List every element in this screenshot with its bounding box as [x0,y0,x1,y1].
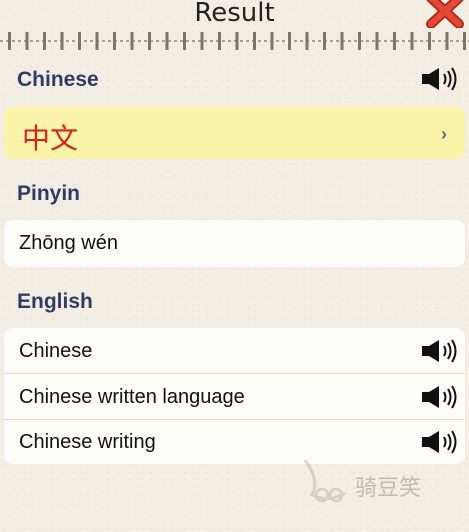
chinese-result-row[interactable]: 中文 › [4,107,465,159]
binding-ring [218,32,221,50]
watermark-text: 骑豆笑 [355,476,422,501]
english-list: Chinese Chinese written language Chinese… [4,328,465,464]
binding-ring [25,32,29,50]
english-item-text: Chinese written language [19,386,245,408]
binding-ring [428,32,431,50]
pinyin-row: Zhōng wén [4,220,465,267]
binding-ring [165,32,169,50]
binding-ring [463,32,466,50]
speaker-icon[interactable] [419,338,461,364]
notebook-binding [0,32,469,50]
binding-ring [235,32,239,50]
binding-ring [95,32,99,50]
list-item[interactable]: Chinese [4,328,465,373]
binding-ring [410,32,414,50]
binding-ring [183,32,186,50]
binding-ring [375,32,379,50]
chinese-characters: 中文 [22,122,79,155]
close-icon[interactable] [425,0,465,28]
binding-ring [113,32,116,50]
speaker-icon[interactable] [419,66,461,92]
speaker-icon[interactable] [419,429,461,455]
binding-ring [393,32,396,50]
binding-ring [130,32,134,50]
binding-ring [60,32,64,50]
binding-ring [445,32,449,50]
binding-ring [200,32,204,50]
english-item-text: Chinese writing [19,431,156,453]
dialog-title: Result [194,0,275,28]
section-label-english: English [17,290,93,313]
binding-ring [253,32,256,50]
binding-ring [288,32,291,50]
binding-ring [8,32,11,50]
binding-ring [78,32,81,50]
chevron-right-icon: › [441,124,447,144]
section-label-chinese: Chinese [17,68,99,91]
binding-ring [305,32,309,50]
english-item-text: Chinese [19,340,93,362]
binding-ring [270,32,274,50]
binding-ring [148,32,151,50]
binding-ring [358,32,361,50]
binding-ring [43,32,46,50]
binding-ring [340,32,344,50]
pinyin-text: Zhōng wén [19,232,118,254]
binding-ring [323,32,326,50]
speaker-icon[interactable] [419,384,461,410]
list-item[interactable]: Chinese written language [4,374,465,419]
section-label-pinyin: Pinyin [17,182,81,205]
